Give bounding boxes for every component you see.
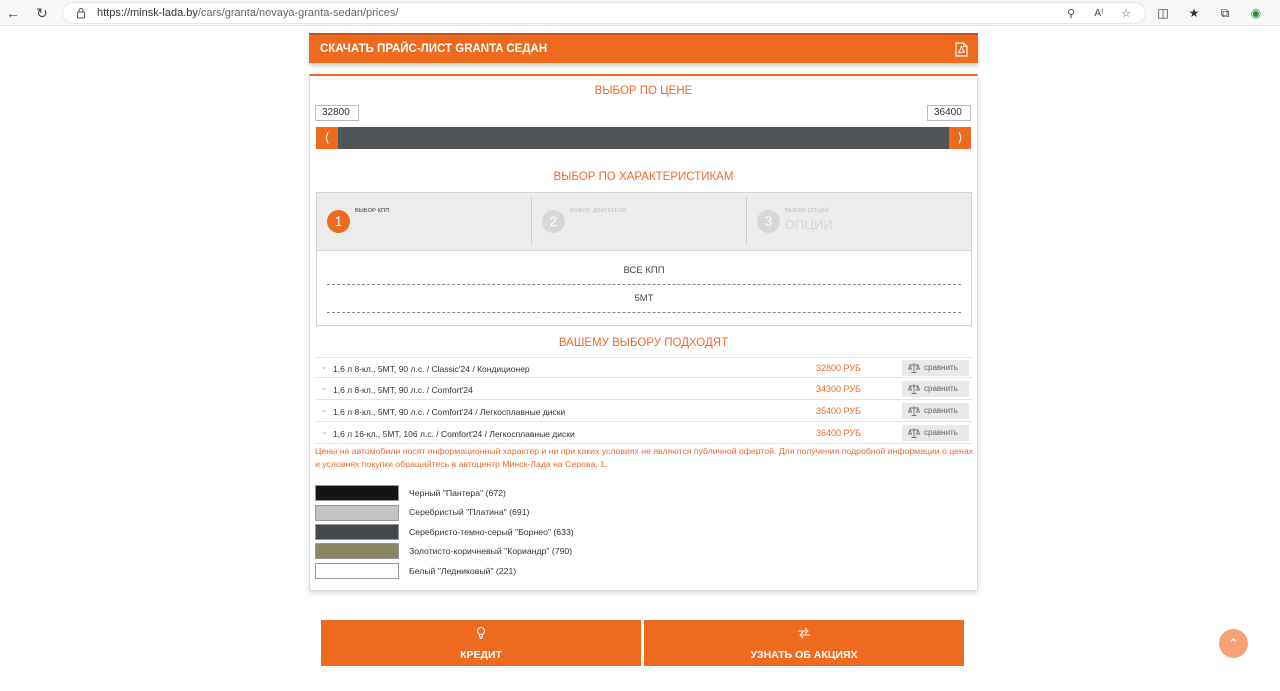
- back-arrow-icon[interactable]: ←: [4, 4, 22, 22]
- chevron-down-icon[interactable]: ⌄: [321, 362, 328, 371]
- compare-button[interactable]: сравнить: [902, 360, 969, 376]
- lock-icon: [77, 8, 85, 19]
- compare-button[interactable]: сравнить: [902, 403, 969, 419]
- zoom-icon[interactable]: ⚲: [1063, 6, 1079, 22]
- char-filter-title: ВЫБОР ПО ХАРАКТЕРИСТИКАМ: [553, 171, 734, 183]
- color-name: Белый "Ледниковый" (221): [409, 566, 517, 576]
- scroll-top-button[interactable]: ⌃: [1219, 629, 1248, 658]
- color-name: Золотисто-коричневый "Кориандр" (790): [409, 546, 573, 556]
- compare-button[interactable]: сравнить: [902, 381, 969, 397]
- extension-icon[interactable]: ◉: [1247, 4, 1265, 22]
- color-swatch: [315, 524, 399, 540]
- step-label: ВЫБОР ОПЦИЙ: [785, 208, 829, 214]
- price-disclaimer: Цены на автомобили носят информационный …: [315, 446, 973, 469]
- promotions-button[interactable]: УЗНАТЬ ОБ АКЦИЯХ: [644, 620, 964, 666]
- table-row[interactable]: ⌄ 1,6 л 8-кл., 5МТ, 90 л.с. / Comfort'24…: [316, 379, 972, 400]
- option-5mt[interactable]: 5МТ: [327, 285, 961, 313]
- step-label: ВЫБОР ДВИГАТЕЛЯ: [570, 208, 627, 214]
- promotions-label: УЗНАТЬ ОБ АКЦИЯХ: [750, 649, 858, 661]
- credit-label: КРЕДИТ: [460, 649, 502, 661]
- read-aloud-icon[interactable]: A⁽: [1091, 6, 1107, 22]
- steps-header: 1 ВЫБОР КПП 2 ВЫБОР ДВИГАТЕЛЯ 3 ВЫБОР ОП…: [317, 193, 971, 251]
- step-engine[interactable]: 2 ВЫБОР ДВИГАТЕЛЯ: [532, 193, 747, 251]
- table-row[interactable]: ⌄ 1,6 л 8-кл., 5МТ, 90 л.с. / Comfort'24…: [316, 401, 972, 422]
- option-all-gearbox[interactable]: ВСЕ КПП: [327, 257, 961, 285]
- price-max-input[interactable]: 36400: [927, 105, 971, 121]
- slider-max-handle[interactable]: ⟩: [949, 127, 971, 149]
- trim-price: 32800 РУБ: [816, 363, 861, 373]
- lightbulb-icon: [477, 627, 485, 639]
- trim-description: 1,6 л 8-кл., 5МТ, 90 л.с. / Comfort'24: [333, 385, 473, 395]
- favorites-icon[interactable]: ★: [1185, 4, 1203, 22]
- pdf-icon: [955, 42, 968, 57]
- color-name: Серебристо-темно-серый "Борнео" (633): [409, 527, 574, 537]
- credit-button[interactable]: КРЕДИТ: [321, 620, 641, 666]
- chevron-down-icon[interactable]: ⌄: [321, 405, 328, 414]
- trim-description: 1,6 л 16-кл., 5МТ, 106 л.с. / Comfort'24…: [333, 429, 575, 439]
- reload-icon[interactable]: ↻: [33, 4, 51, 22]
- url-text: https://minsk-lada.by/cars/granta/novaya…: [97, 7, 399, 19]
- browser-toolbar: ← ↻ https://minsk-lada.by/cars/granta/no…: [0, 0, 1280, 26]
- results-title: ВАШЕМУ ВЫБОРУ ПОДХОДЯТ: [558, 337, 729, 349]
- price-min-input[interactable]: 32800: [315, 105, 359, 121]
- chevron-up-icon: ⌃: [1228, 636, 1239, 651]
- download-pricelist-button[interactable]: СКАЧАТЬ ПРАЙС-ЛИСТ GRANTA СЕДАН: [309, 33, 978, 63]
- trim-price: 35400 РУБ: [816, 406, 861, 416]
- compare-scales-icon: [908, 384, 920, 394]
- color-swatch: [315, 485, 399, 501]
- compare-button[interactable]: сравнить: [902, 425, 969, 441]
- color-swatch: [315, 505, 399, 521]
- price-filter-title: ВЫБОР ПО ЦЕНЕ: [594, 85, 693, 97]
- step-value: ОПЦИИ: [785, 217, 833, 232]
- address-bar[interactable]: https://minsk-lada.by/cars/granta/novaya…: [62, 2, 1146, 24]
- step-number: 3: [757, 210, 780, 233]
- color-name: Черный "Пантера" (672): [409, 488, 506, 498]
- step-gearbox[interactable]: 1 ВЫБОР КПП: [317, 193, 532, 251]
- step-number: 2: [542, 210, 565, 233]
- step-label: ВЫБОР КПП: [355, 208, 390, 214]
- collections-icon[interactable]: ⧉: [1216, 4, 1234, 22]
- step-number: 1: [327, 210, 350, 233]
- chevron-down-icon[interactable]: ⌄: [321, 383, 328, 392]
- color-swatch: [315, 563, 399, 579]
- trim-price: 36400 РУБ: [816, 428, 861, 438]
- download-label: СКАЧАТЬ ПРАЙС-ЛИСТ GRANTA СЕДАН: [320, 43, 548, 55]
- exchange-arrows-icon: [798, 627, 810, 639]
- compare-scales-icon: [908, 363, 920, 373]
- trim-description: 1,6 л 8-кл., 5МТ, 90 л.с. / Comfort'24 /…: [333, 407, 566, 417]
- slider-min-handle[interactable]: ⟨: [316, 127, 338, 149]
- compare-scales-icon: [908, 428, 920, 438]
- compare-scales-icon: [908, 406, 920, 416]
- prices-panel: ВЫБОР ПО ЦЕНЕ 32800 36400 ⟨ ⟩ ВЫБОР ПО Х…: [309, 74, 978, 591]
- chevron-down-icon[interactable]: ⌄: [321, 427, 328, 436]
- color-swatch: [315, 543, 399, 559]
- step-options[interactable]: 3 ВЫБОР ОПЦИЙ ОПЦИИ: [747, 193, 962, 251]
- table-row[interactable]: ⌄ 1,6 л 8-кл., 5МТ, 90 л.с. / Classic'24…: [316, 357, 972, 378]
- trim-description: 1,6 л 8-кл., 5МТ, 90 л.с. / Classic'24 /…: [333, 364, 530, 374]
- trim-price: 34300 РУБ: [816, 384, 861, 394]
- split-screen-icon[interactable]: ◫: [1154, 4, 1172, 22]
- table-row[interactable]: ⌄ 1,6 л 16-кл., 5МТ, 106 л.с. / Comfort'…: [316, 423, 972, 444]
- price-slider[interactable]: ⟨ ⟩: [316, 127, 971, 149]
- characteristics-steps: 1 ВЫБОР КПП 2 ВЫБОР ДВИГАТЕЛЯ 3 ВЫБОР ОП…: [316, 192, 972, 326]
- favorite-star-icon[interactable]: ☆: [1118, 6, 1134, 22]
- color-name: Серебристый "Платина" (691): [409, 507, 530, 517]
